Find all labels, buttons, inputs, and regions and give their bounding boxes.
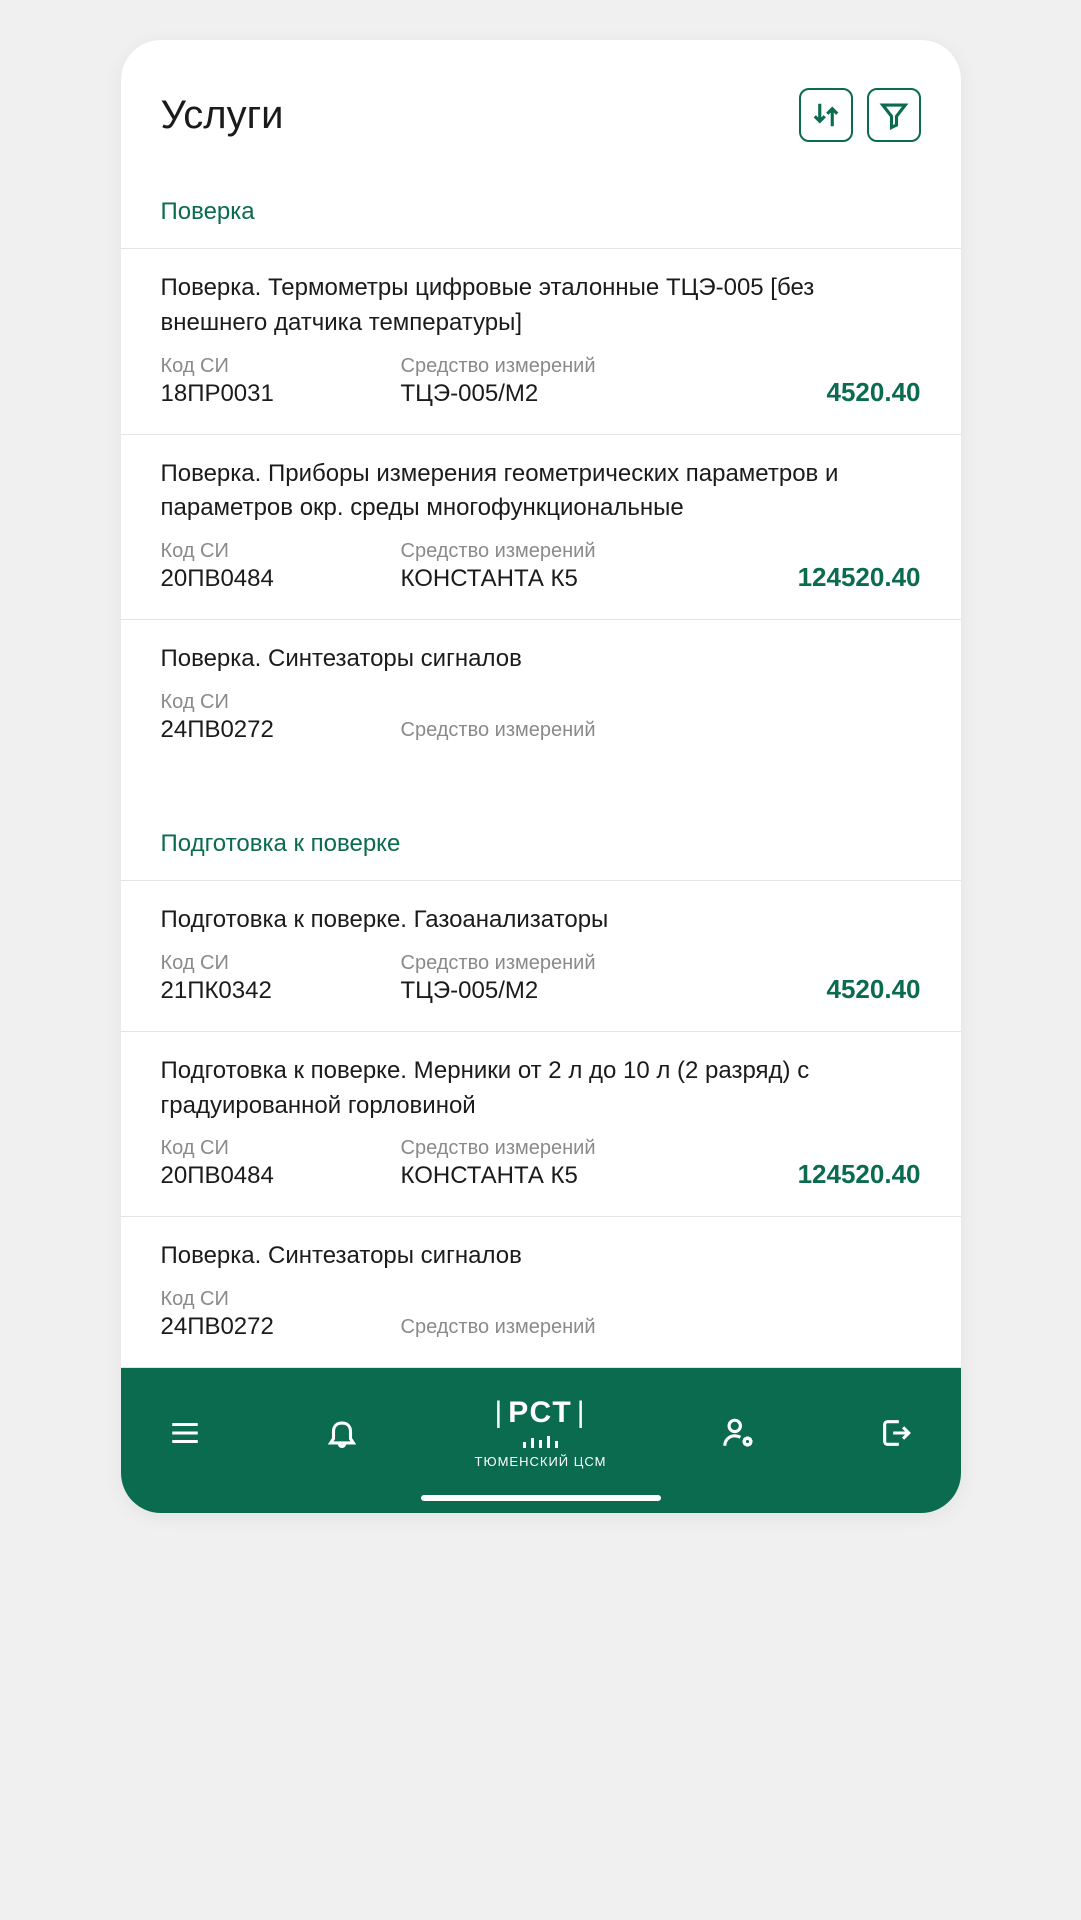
service-item[interactable]: Поверка. Синтезаторы сигналов Код СИ 24П… [121,619,961,770]
device-label: Средство измерений [401,952,771,975]
service-title: Подготовка к поверке. Мерники от 2 л до … [161,1054,921,1124]
device-value: ТЦЭ-005/М2 [401,977,771,1005]
code-label: Код СИ [161,691,401,714]
service-details: Код СИ 18ПР0031 Средство измерений ТЦЭ-0… [161,355,921,408]
code-value: 18ПР0031 [161,380,401,408]
user-settings-icon [722,1416,756,1450]
logo-home-button[interactable]: | РСТ | ТЮМЕНСКИЙ ЦСМ [475,1396,607,1469]
menu-icon [168,1416,202,1450]
device-label: Средство измерений [401,540,771,563]
section-header: Поверка [121,172,961,248]
notifications-button[interactable] [318,1409,366,1457]
code-label: Код СИ [161,540,401,563]
logo-subtitle: ТЮМЕНСКИЙ ЦСМ [475,1454,607,1469]
service-title: Поверка. Синтезаторы сигналов [161,642,921,677]
service-details: Код СИ 24ПВ0272 Средство измерений [161,691,921,744]
code-value: 20ПВ0484 [161,565,401,593]
home-indicator[interactable] [421,1495,661,1501]
device-value: КОНСТАНТА К5 [401,1162,771,1190]
logout-button[interactable] [872,1409,920,1457]
bottom-nav: | РСТ | ТЮМЕНСКИЙ ЦСМ [121,1368,961,1487]
device-label: Средство измерений [401,355,771,378]
code-value: 24ПВ0272 [161,716,401,744]
header: Услуги [121,40,961,172]
code-label: Код СИ [161,1137,401,1160]
service-title: Подготовка к поверке. Газоанализаторы [161,903,921,938]
nav-padding [121,1487,961,1513]
code-value: 21ПК0342 [161,977,401,1005]
service-item[interactable]: Поверка. Приборы измерения геометрически… [121,434,961,620]
service-details: Код СИ 20ПВ0484 Средство измерений КОНСТ… [161,1137,921,1190]
service-title: Поверка. Приборы измерения геометрически… [161,457,921,527]
service-details: Код СИ 21ПК0342 Средство измерений ТЦЭ-0… [161,952,921,1005]
bell-icon [325,1416,359,1450]
logo-bars-icon [523,1436,558,1448]
code-value: 20ПВ0484 [161,1162,401,1190]
sort-icon [811,100,841,130]
code-value: 24ПВ0272 [161,1313,401,1341]
logout-icon [879,1416,913,1450]
header-actions [799,88,921,142]
code-label: Код СИ [161,355,401,378]
service-title: Поверка. Синтезаторы сигналов [161,1239,921,1274]
profile-settings-button[interactable] [715,1409,763,1457]
content-list: Поверка Поверка. Термометры цифровые эта… [121,172,961,1368]
sort-button[interactable] [799,88,853,142]
service-title: Поверка. Термометры цифровые эталонные Т… [161,271,921,341]
service-item[interactable]: Поверка. Термометры цифровые эталонные Т… [121,248,961,434]
device-label: Средство измерений [401,1316,771,1339]
section-header: Подготовка к поверке [121,770,961,880]
filter-icon [879,100,909,130]
device-label: Средство измерений [401,719,771,742]
service-item[interactable]: Подготовка к поверке. Газоанализаторы Ко… [121,880,961,1031]
logo-icon: | РСТ | [494,1396,586,1430]
app-screen: Услуги Поверка Поверка. Термометры цифро… [121,40,961,1513]
service-details: Код СИ 20ПВ0484 Средство измерений КОНСТ… [161,540,921,593]
page-title: Услуги [161,93,284,138]
device-label: Средство измерений [401,1137,771,1160]
price-value: 124520.40 [771,562,921,593]
price-value: 124520.40 [771,1159,921,1190]
device-value: ТЦЭ-005/М2 [401,380,771,408]
code-label: Код СИ [161,952,401,975]
menu-button[interactable] [161,1409,209,1457]
device-value: КОНСТАНТА К5 [401,565,771,593]
price-value: 4520.40 [771,974,921,1005]
service-item[interactable]: Подготовка к поверке. Мерники от 2 л до … [121,1031,961,1217]
price-value: 4520.40 [771,377,921,408]
filter-button[interactable] [867,88,921,142]
service-details: Код СИ 24ПВ0272 Средство измерений [161,1288,921,1341]
service-item[interactable]: Поверка. Синтезаторы сигналов Код СИ 24П… [121,1216,961,1368]
code-label: Код СИ [161,1288,401,1311]
